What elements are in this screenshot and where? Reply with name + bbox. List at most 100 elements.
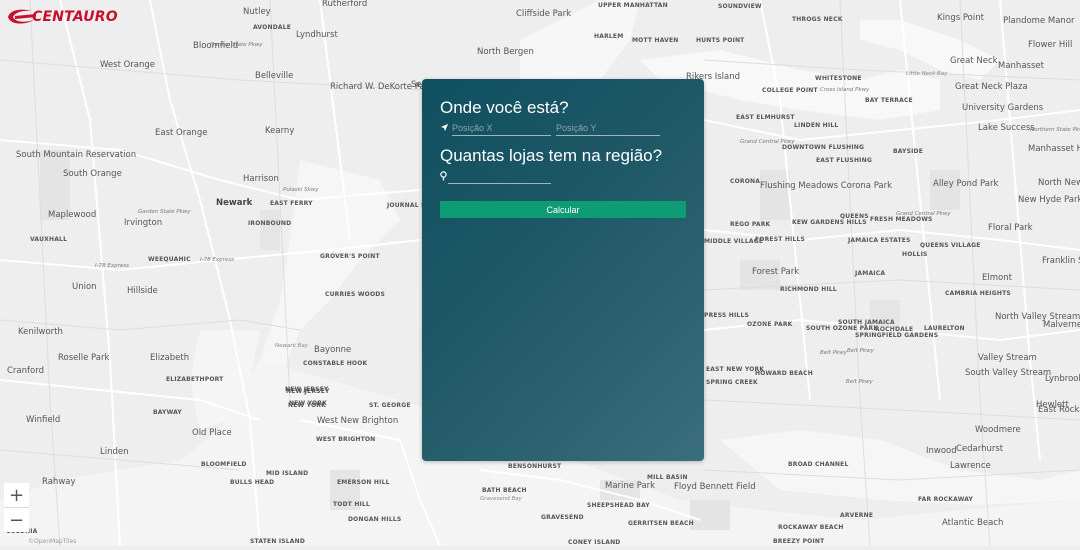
map-label: Lynbrook — [1045, 374, 1080, 384]
map-label: Valley Stream — [978, 353, 1037, 363]
map-label: Newark — [216, 198, 253, 208]
map-label: Union — [72, 282, 97, 292]
map-label: BAYWAY — [153, 409, 182, 416]
map-label: FOREST HILLS — [755, 236, 806, 243]
map-label: AVONDALE — [253, 24, 292, 31]
map-label: Old Place — [192, 428, 232, 438]
map-label: TODT HILL — [333, 501, 371, 508]
map-label: I-78 Express — [200, 257, 234, 263]
map-label: Harrison — [243, 174, 279, 184]
map-label: South Valley Stream — [965, 368, 1052, 378]
store-query-panel: Onde você está? Quantas lojas tem na reg… — [422, 79, 704, 461]
map-label: Lyndhurst — [296, 30, 338, 40]
map-label: EAST ELMHURST — [736, 114, 795, 121]
map-label: East Orange — [155, 128, 208, 138]
map-label: Kenilworth — [18, 327, 63, 337]
map-label: KEW GARDENS HILLS — [792, 219, 867, 226]
map-label: Flower Hill — [1028, 40, 1073, 50]
map-label: Rahway — [42, 477, 76, 487]
map-label: West New Brighton — [317, 416, 399, 426]
position-x-input[interactable] — [452, 121, 551, 134]
map-label: Cranford — [7, 366, 44, 376]
map-label: DOWNTOWN FLUSHING — [782, 144, 865, 151]
map-label: BAYSIDE — [893, 148, 924, 155]
map-label: Hillside — [127, 286, 158, 296]
map-label: BENSONHURST — [508, 463, 562, 470]
map-label: Lawrence — [950, 461, 991, 471]
map-label: WHITESTONE — [815, 75, 862, 82]
map-label: CURRIES WOODS — [325, 291, 385, 298]
map-label: JAMAICA ESTATES — [848, 237, 911, 244]
map-label: HOLLIS — [902, 251, 928, 258]
map-label: Floral Park — [988, 223, 1033, 233]
map-label: GROVER'S POINT — [320, 253, 380, 260]
map-label: BATH BEACH — [482, 487, 527, 494]
map-label: EAST NEW YORK — [706, 366, 765, 373]
map-label: Newark Bay — [275, 343, 308, 349]
zoom-in-button[interactable]: + — [4, 483, 29, 508]
map-label: North Bergen — [477, 47, 534, 57]
map-label: BREEZY POINT — [773, 538, 825, 545]
map-label: Irvington — [124, 218, 163, 228]
map-label: ST. GEORGE — [369, 402, 411, 409]
map-label: Cross Island Pkwy — [820, 87, 870, 93]
map-label: OZONE PARK — [747, 321, 793, 328]
map-label: Elmont — [982, 273, 1012, 283]
map-label: Flushing Meadows Corona Park — [760, 181, 893, 191]
map-label: EMERSON HILL — [337, 479, 390, 486]
map-label: Belleville — [255, 71, 294, 81]
map-label: Kearny — [265, 126, 295, 136]
map-label: SOUNDVIEW — [718, 3, 762, 10]
map-label: Kings Point — [937, 13, 984, 23]
map-label: Garden State Pkwy — [210, 42, 263, 48]
map-label: ROCKAWAY BEACH — [778, 524, 844, 531]
centauro-logo[interactable]: CENTAURO — [6, 7, 118, 29]
map-label: CORONA — [730, 178, 761, 185]
calculate-button[interactable]: Calcular — [440, 201, 686, 218]
map-label: IRONBOUND — [248, 220, 292, 227]
map-label: LINDEN HILL — [794, 122, 839, 129]
map-label: SPRINGFIELD GARDENS — [855, 332, 939, 339]
map-label: Belt Pkwy — [846, 379, 873, 385]
map-label: VAUXHALL — [30, 236, 68, 243]
map-label: BAY TERRACE — [865, 97, 913, 104]
map-label: GRAVESEND — [541, 514, 584, 521]
map-label: FRESH MEADOWS — [870, 216, 933, 223]
map-label: CONEY ISLAND — [568, 539, 621, 546]
map-label: Little Neck Bay — [906, 71, 948, 77]
map-label: Rutherford — [322, 0, 368, 9]
map-label: Cliffside Park — [516, 9, 572, 19]
map-label: Linden — [100, 447, 129, 457]
map-label: Atlantic Beach — [942, 518, 1004, 528]
map-label: University Gardens — [962, 103, 1044, 113]
map-label: Woodmere — [975, 425, 1021, 435]
map-label: New Hyde Park — [1018, 195, 1080, 205]
map-label: NEW JERSEY — [286, 388, 330, 395]
stores-count-input[interactable] — [448, 169, 551, 182]
map-label: RICHMOND HILL — [780, 286, 837, 293]
zoom-control: + − — [4, 483, 29, 532]
navigation-arrow-icon — [440, 123, 449, 135]
map-label: West Orange — [100, 60, 156, 70]
map-label: REGO PARK — [730, 221, 771, 228]
map-label: BULLS HEAD — [230, 479, 275, 486]
map-label: ARVERNE — [840, 512, 874, 519]
map-label: Gravesend Bay — [480, 496, 522, 502]
map-label: WEEQUAHIC — [148, 256, 191, 263]
map-label: South Mountain Reservation — [16, 150, 137, 160]
position-y-input[interactable] — [556, 121, 660, 134]
map-label: THROGS NECK — [792, 16, 843, 23]
zoom-out-button[interactable]: − — [4, 508, 29, 532]
map-label: CAMBRIA HEIGHTS — [945, 290, 1011, 297]
map-label: PRESS HILLS — [704, 312, 749, 319]
map-label: EAST FERRY — [270, 200, 313, 207]
map-label: Grand Central Pkwy — [740, 139, 795, 145]
map-label: UPPER MANHATTAN — [598, 2, 668, 9]
map-label: HUNTS POINT — [696, 37, 745, 44]
map-label: COLLEGE POINT — [762, 87, 818, 94]
map-label: Roselle Park — [58, 353, 110, 363]
map-label: Alley Pond Park — [933, 179, 999, 189]
map-label: FAR ROCKAWAY — [918, 496, 974, 503]
map-label: Belt Pkwy — [847, 348, 874, 354]
map-label: Marine Park — [605, 481, 656, 491]
